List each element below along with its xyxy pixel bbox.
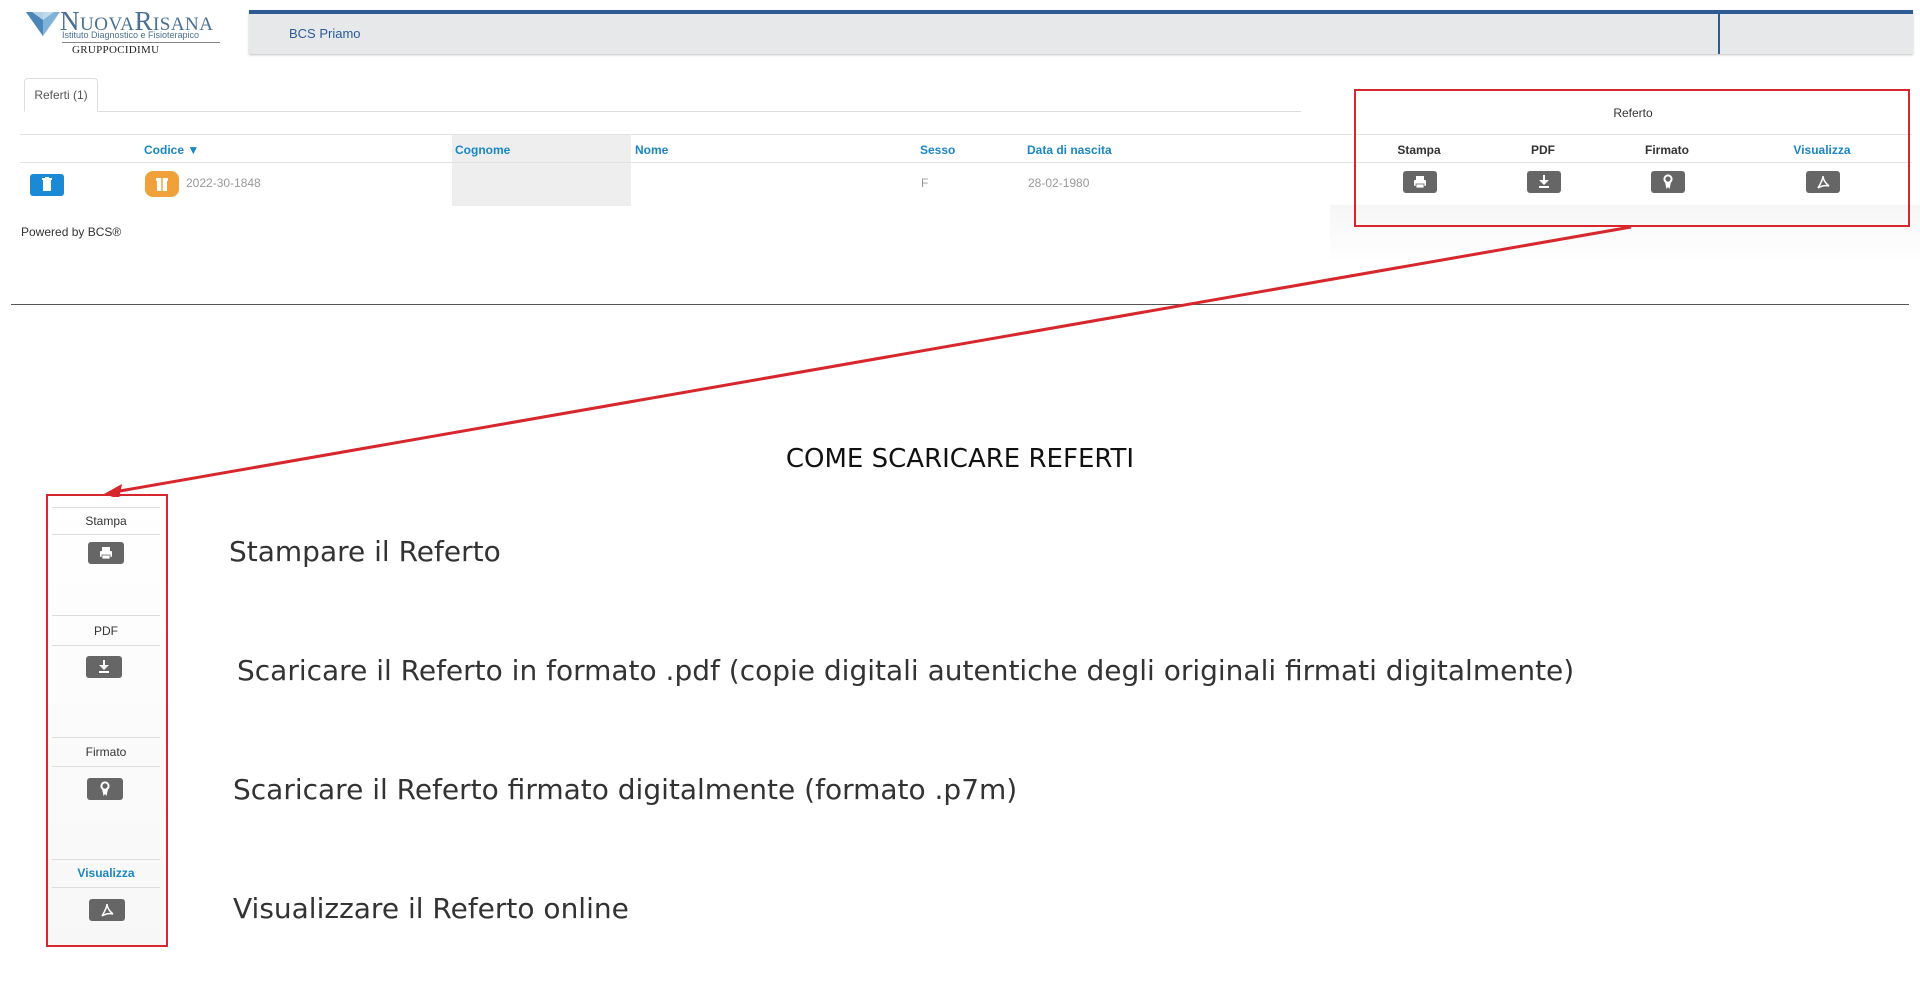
delete-button[interactable] [30, 174, 64, 196]
description-firmato: Scaricare il Referto firmato digitalment… [233, 773, 1018, 806]
app-header: BCS Priamo [249, 10, 1913, 54]
trash-icon [42, 177, 52, 191]
guide-title: COME SCARICARE REFERTI [785, 444, 1135, 474]
description-visualizza: Visualizzare il Referto online [233, 892, 629, 925]
column-cognome[interactable]: Cognome [455, 143, 510, 157]
column-nome[interactable]: Nome [635, 143, 668, 157]
tab-bar-line [24, 111, 1301, 112]
header-title[interactable]: BCS Priamo [289, 26, 361, 41]
column-sesso[interactable]: Sesso [920, 143, 955, 157]
brand-logo: NuovaRisana Istituto Diagnostico e Fisio… [24, 6, 224, 62]
logo-diamond-icon [26, 12, 60, 36]
logo-group-name: GRUPPOCIDIMU [72, 44, 160, 56]
description-pdf: Scaricare il Referto in formato .pdf (co… [237, 654, 1575, 687]
powered-by-footer: Powered by BCS® [21, 225, 122, 239]
code-badge-button[interactable] [145, 171, 179, 197]
description-stampa: Stampare il Referto [229, 535, 501, 568]
logo-divider [62, 42, 220, 43]
section-divider [11, 304, 1909, 305]
table-top-line [20, 134, 1352, 135]
gift-icon [156, 178, 168, 191]
row-data-nascita: 28-02-1980 [1028, 176, 1090, 190]
row-codice[interactable]: 2022-30-1848 [186, 176, 261, 190]
highlight-mini-column-box [46, 494, 168, 947]
tab-referti[interactable]: Referti (1) [24, 78, 98, 112]
header-separator [1718, 14, 1720, 54]
column-codice[interactable]: Codice ▼ [144, 143, 199, 157]
logo-subtitle: Istituto Diagnostico e Fisioterapico [62, 30, 200, 40]
column-data-nascita[interactable]: Data di nascita [1027, 143, 1112, 157]
row-sesso: F [921, 176, 929, 190]
highlight-referto-box [1354, 89, 1910, 227]
